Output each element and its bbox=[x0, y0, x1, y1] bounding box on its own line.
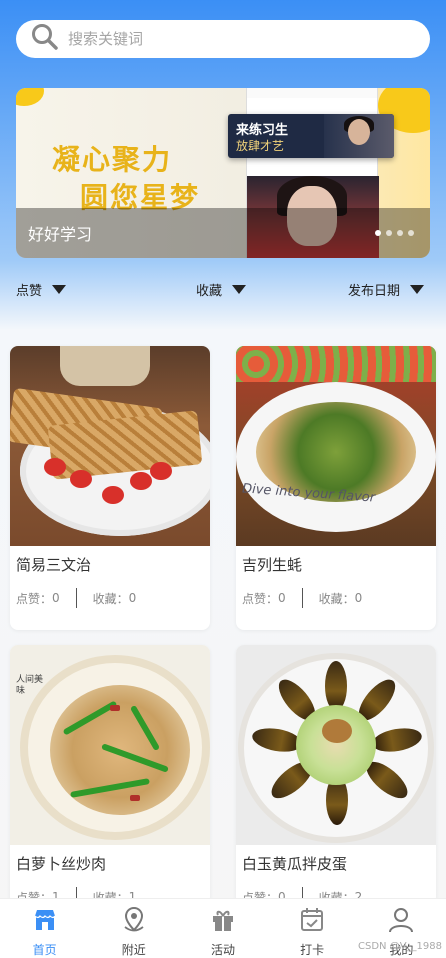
sort-by-likes[interactable]: 点赞 bbox=[16, 280, 67, 299]
likes-label: 点赞： bbox=[242, 591, 279, 606]
favorites-label: 收藏： bbox=[92, 591, 129, 606]
recipe-stats: 点赞： 0 收藏： 0 bbox=[242, 588, 436, 608]
carousel-dot[interactable] bbox=[386, 230, 392, 236]
divider bbox=[301, 588, 303, 608]
sort-by-date[interactable]: 发布日期 bbox=[348, 280, 425, 299]
search-input[interactable] bbox=[68, 30, 388, 48]
banner-slogan-line1: 凝心聚力 bbox=[52, 143, 173, 176]
carousel-dots bbox=[375, 230, 414, 236]
recipe-image bbox=[10, 346, 210, 546]
recipe-stats: 点赞： 0 收藏： 0 bbox=[16, 588, 210, 608]
recipe-title: 简易三文治 bbox=[16, 556, 92, 574]
banner-caption-bar: 好好学习 bbox=[16, 208, 430, 258]
favorites-count: 0 bbox=[128, 591, 137, 605]
favorites-count: 0 bbox=[354, 591, 363, 605]
bottom-tab-bar: 首页 附近 活动 打卡 我的 CSDN @V__1988 bbox=[0, 898, 446, 958]
home-icon bbox=[30, 905, 60, 939]
sort-label: 发布日期 bbox=[348, 284, 401, 299]
likes-count: 0 bbox=[52, 591, 60, 605]
tab-label: 活动 bbox=[210, 943, 235, 957]
carousel-dot[interactable] bbox=[375, 230, 381, 236]
search-bar[interactable] bbox=[16, 20, 430, 58]
recipe-image: Dive into your flavor bbox=[236, 346, 436, 546]
popup-title: 来练习生 bbox=[236, 123, 289, 138]
tab-home[interactable]: 首页 bbox=[15, 899, 75, 958]
location-icon bbox=[119, 905, 149, 939]
dropdown-triangle-icon bbox=[52, 285, 67, 294]
banner-caption: 好好学习 bbox=[28, 225, 93, 244]
sort-by-favorites[interactable]: 收藏 bbox=[196, 280, 247, 299]
tab-label: 附近 bbox=[121, 943, 146, 957]
sort-bar: 点赞 收藏 发布日期 bbox=[0, 280, 446, 304]
banner-decoration bbox=[16, 88, 44, 106]
user-icon bbox=[386, 905, 416, 939]
tab-activities[interactable]: 活动 bbox=[193, 899, 253, 958]
recipe-card[interactable]: 白玉黄瓜拌皮蛋 点赞：0 收藏：2 bbox=[236, 645, 436, 905]
recipe-title: 吉列生蚝 bbox=[242, 556, 303, 574]
likes-count: 0 bbox=[278, 591, 286, 605]
dropdown-triangle-icon bbox=[232, 285, 247, 294]
carousel-dot[interactable] bbox=[397, 230, 403, 236]
divider bbox=[75, 588, 77, 608]
gift-icon bbox=[208, 905, 238, 939]
tab-label: 打卡 bbox=[300, 943, 325, 957]
favorites-label: 收藏： bbox=[318, 591, 355, 606]
recipe-title: 白萝卜丝炒肉 bbox=[16, 855, 107, 873]
likes-label: 点赞： bbox=[16, 591, 53, 606]
tab-checkin[interactable]: 打卡 bbox=[282, 899, 342, 958]
recipe-image: 人间美味 bbox=[10, 645, 210, 845]
recipe-title: 白玉黄瓜拌皮蛋 bbox=[242, 855, 348, 873]
popup-subtitle: 放肆才艺 bbox=[236, 139, 285, 153]
sort-label: 收藏 bbox=[196, 284, 223, 299]
sort-label: 点赞 bbox=[16, 284, 43, 299]
recipe-image bbox=[236, 645, 436, 845]
search-icon bbox=[30, 22, 60, 56]
dropdown-triangle-icon bbox=[410, 285, 425, 294]
watermark: CSDN @V__1988 bbox=[358, 941, 442, 952]
banner-carousel[interactable]: 凝心聚力 圆您星梦 来练习生 放肆才艺 好好学习 bbox=[16, 88, 430, 258]
recipe-card[interactable]: Dive into your flavor 吉列生蚝 点赞： 0 收藏： 0 bbox=[236, 346, 436, 630]
recipe-card[interactable]: 人间美味 白萝卜丝炒肉 点赞：1 收藏：1 bbox=[10, 645, 210, 905]
banner-popup: 来练习生 放肆才艺 bbox=[228, 114, 394, 158]
tab-nearby[interactable]: 附近 bbox=[104, 899, 164, 958]
checkin-icon bbox=[297, 905, 327, 939]
tab-label: 首页 bbox=[32, 943, 57, 957]
recipe-card[interactable]: 简易三文治 点赞： 0 收藏： 0 bbox=[10, 346, 210, 630]
carousel-dot[interactable] bbox=[408, 230, 414, 236]
